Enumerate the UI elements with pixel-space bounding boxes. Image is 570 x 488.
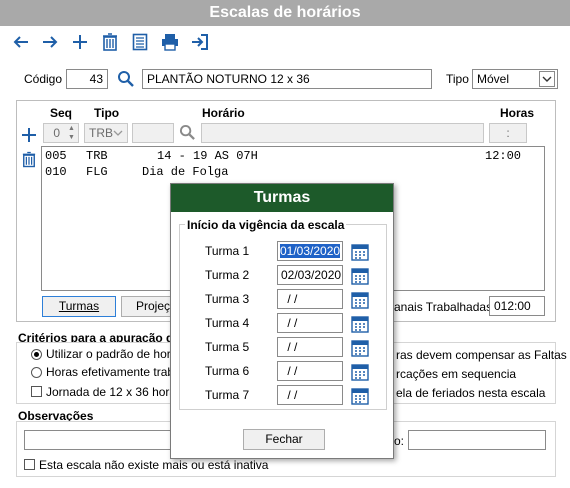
tipo-row-value: TRB (89, 126, 113, 140)
col-horas-header: Horas (500, 106, 535, 120)
tipo-row-select[interactable]: TRB (84, 123, 128, 143)
calendar-icon[interactable] (351, 387, 369, 405)
check-inativa-label: Esta escala não existe mais ou está inat… (39, 458, 269, 472)
descricao-field[interactable]: PLANTÃO NOTURNO 12 x 36 (142, 69, 432, 89)
feriados-label: ela de feriados nesta escala (396, 386, 546, 400)
horas-field[interactable]: : (489, 123, 527, 143)
turma-label: Turma 6 (205, 364, 250, 378)
tipo-select[interactable]: Móvel (472, 69, 558, 89)
plus-icon[interactable] (70, 32, 90, 52)
tipo-code-field[interactable] (132, 123, 174, 143)
turma-label: Turma 5 (205, 340, 250, 354)
sequencia-label: rcações em sequencia (396, 367, 517, 381)
turma-label: Turma 1 (205, 244, 250, 258)
arrow-left-icon[interactable] (11, 32, 31, 52)
calendar-icon[interactable] (351, 315, 369, 333)
turma-date-field[interactable]: 02/03/2020 (277, 265, 343, 285)
col-tipo-header: Tipo (94, 106, 120, 120)
turma-label: Turma 3 (205, 292, 250, 306)
codigo-field[interactable]: 43 (66, 69, 108, 89)
compensar-label: ras devem compensar as Faltas (396, 348, 567, 362)
turma-date-field[interactable]: / / (277, 385, 343, 405)
row-horario: Dia de Folga (142, 165, 229, 179)
col-horario-header: Horário (202, 106, 245, 120)
semanal-label: anais Trabalhadas (394, 300, 493, 314)
radio-padrao[interactable] (31, 349, 42, 360)
row-seq: 010 (45, 165, 67, 179)
turma-date-field[interactable]: / / (277, 361, 343, 381)
row-tipo: TRB (86, 149, 108, 163)
observacoes-field[interactable] (24, 430, 174, 450)
calendar-icon[interactable] (351, 243, 369, 261)
semanal-field[interactable]: 012:00 (489, 296, 545, 316)
turma-label: Turma 2 (205, 268, 250, 282)
check-inativa[interactable] (24, 459, 35, 470)
obs-right-label: o: (394, 434, 405, 448)
col-seq-header: Seq (50, 106, 73, 120)
seq-stepper-value: 0 (53, 126, 60, 140)
turma-date-field[interactable]: 01/03/2020 (277, 241, 343, 261)
document-icon[interactable] (130, 32, 150, 52)
vigencia-label: Início da vigência da escala (185, 218, 347, 232)
codigo-label: Código (24, 72, 63, 86)
calendar-icon[interactable] (351, 363, 369, 381)
calendar-icon[interactable] (351, 339, 369, 357)
trash-icon[interactable] (100, 32, 120, 52)
calendar-icon[interactable] (351, 291, 369, 309)
row-horas: 12:00 (485, 149, 522, 163)
turma-date-value: 01/03/2020 (280, 244, 341, 258)
radio-efetivas[interactable] (31, 367, 42, 378)
turma-date-field[interactable]: / / (277, 289, 343, 309)
row-tipo: FLG (86, 165, 108, 179)
search-icon[interactable] (179, 124, 197, 142)
obs-right-field[interactable] (408, 430, 546, 450)
stepper-arrows-icon[interactable]: ▲ ▼ (66, 124, 77, 142)
tipo-select-value: Móvel (477, 72, 510, 86)
check-jornada-label: Jornada de 12 x 36 horas (46, 385, 183, 399)
radio-efetivas-label: Horas efetivamente traba (46, 365, 181, 379)
turma-date-field[interactable]: / / (277, 313, 343, 333)
radio-padrao-label: Utilizar o padrão de horas (46, 347, 184, 361)
tipo-label: Tipo (446, 72, 469, 86)
search-icon[interactable] (117, 70, 135, 88)
turma-label: Turma 7 (205, 388, 250, 402)
turmas-dialog: Turmas Início da vigência da escala Turm… (170, 183, 394, 459)
arrow-right-icon[interactable] (40, 32, 60, 52)
turma-label: Turma 4 (205, 316, 250, 330)
dialog-title: Turmas (171, 184, 393, 212)
chevron-down-icon (112, 126, 124, 142)
row-seq: 005 (45, 149, 67, 163)
add-row-icon[interactable] (21, 127, 37, 143)
row-horario: 14 - 19 AS 07H (157, 149, 258, 163)
window-title: Escalas de horários (0, 0, 570, 26)
turmas-button[interactable]: Turmas (42, 296, 116, 317)
calendar-icon[interactable] (351, 267, 369, 285)
exit-icon[interactable] (190, 32, 210, 52)
chevron-down-icon[interactable] (539, 71, 555, 87)
horario-field[interactable] (201, 123, 484, 143)
fechar-button[interactable]: Fechar (243, 429, 325, 450)
turma-date-field[interactable]: / / (277, 337, 343, 357)
printer-icon[interactable] (160, 32, 180, 52)
check-jornada[interactable] (31, 386, 42, 397)
delete-row-icon[interactable] (22, 151, 38, 169)
